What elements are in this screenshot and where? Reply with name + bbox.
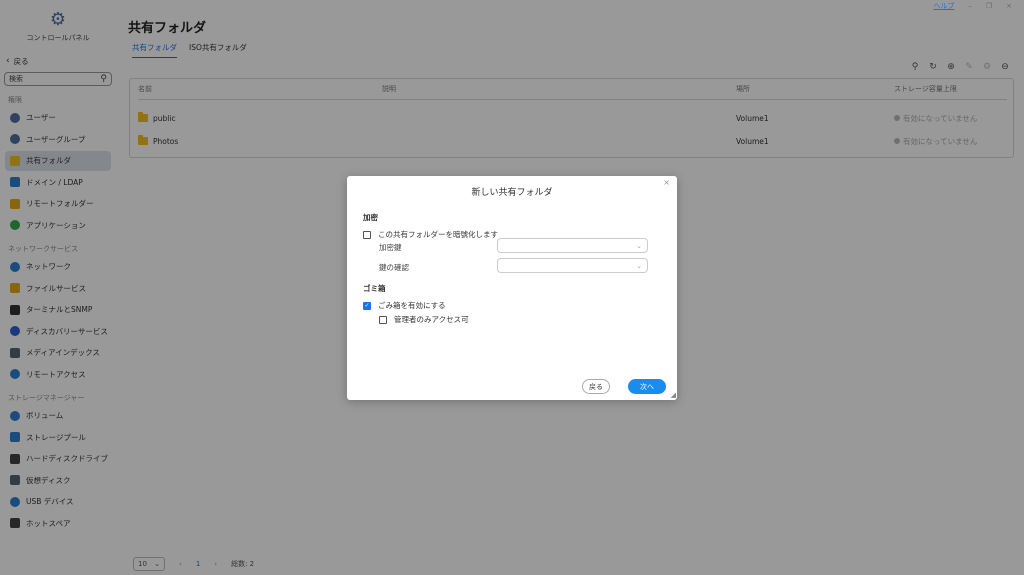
next-button[interactable]: 次へ (628, 379, 666, 394)
encryption-section-label: 加密 (363, 213, 378, 222)
confirm-key-label: 鍵の確認 (379, 263, 409, 272)
encryption-key-label: 加密鍵 (379, 243, 402, 252)
encryption-key-input[interactable]: ⌄ (497, 238, 648, 253)
dialog-title: 新しい共有フォルダ (471, 188, 553, 198)
minimize-button[interactable]: – (968, 2, 972, 10)
chevron-down-icon: ⌄ (636, 241, 642, 250)
close-window-button[interactable]: × (1006, 2, 1012, 10)
window-controls: ヘルプ – ❐ × (933, 0, 1024, 12)
admin-only-checkbox[interactable] (379, 315, 387, 324)
close-icon[interactable]: × (663, 178, 670, 187)
encrypt-checkbox-label: この共有フォルダーを暗號化します (378, 230, 498, 239)
back-button[interactable]: 戻る (582, 379, 610, 394)
recycle-bin-checkbox-row[interactable]: ✓ ごみ箱を有効にする (363, 300, 446, 311)
new-shared-folder-dialog: 新しい共有フォルダ × 加密 この共有フォルダーを暗號化します 加密鍵 ⌄ 鍵の… (347, 176, 677, 400)
encrypt-checkbox-row[interactable]: この共有フォルダーを暗號化します (363, 229, 498, 240)
chevron-down-icon: ⌄ (636, 261, 642, 270)
encrypt-checkbox[interactable] (363, 230, 371, 239)
recycle-bin-checkbox[interactable]: ✓ (363, 301, 371, 310)
confirm-key-input[interactable]: ⌄ (497, 258, 648, 273)
recycle-bin-checkbox-label: ごみ箱を有効にする (378, 301, 446, 310)
help-link[interactable]: ヘルプ (933, 1, 954, 11)
recycle-bin-section-label: ゴミ箱 (363, 284, 386, 293)
restore-button[interactable]: ❐ (986, 2, 992, 10)
resize-handle-icon[interactable]: ◢ (671, 391, 676, 399)
admin-only-checkbox-label: 管理者のみアクセス可 (394, 315, 469, 324)
admin-only-checkbox-row[interactable]: 管理者のみアクセス可 (379, 314, 469, 325)
